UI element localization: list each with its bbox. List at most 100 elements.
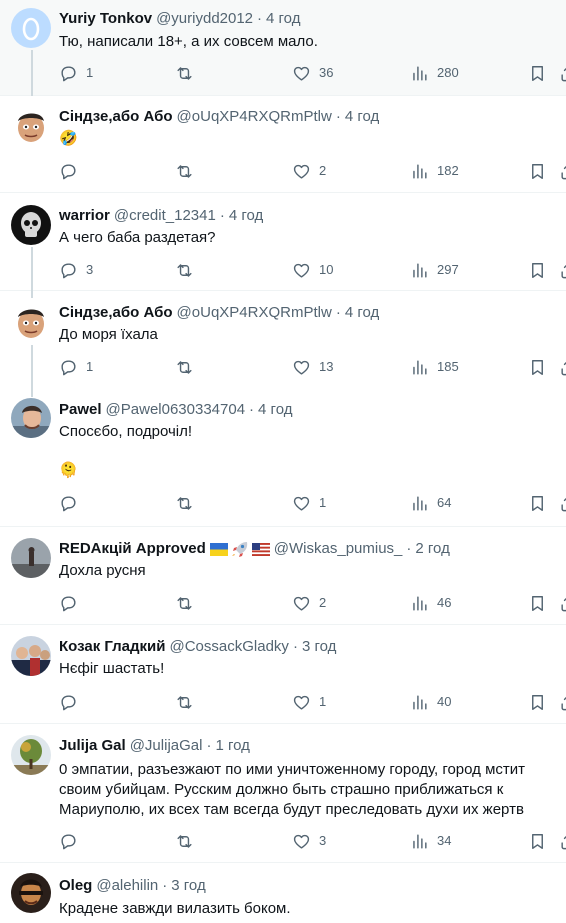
avatar[interactable] (11, 105, 51, 145)
like-button[interactable]: 2 (292, 593, 326, 613)
avatar[interactable] (11, 398, 51, 438)
like-button[interactable]: 13 (292, 357, 333, 377)
retweet-button[interactable] (175, 63, 202, 83)
author-name[interactable]: REDAкцій Approved (59, 539, 206, 559)
author-name[interactable]: warrior (59, 206, 110, 226)
avatar[interactable] (11, 636, 51, 676)
timestamp[interactable]: 3 год (302, 637, 336, 657)
retweet-button[interactable] (175, 260, 202, 280)
timestamp[interactable]: 4 год (229, 206, 263, 226)
separator: · (406, 540, 412, 557)
bookmark-button[interactable] (528, 63, 547, 83)
author-name[interactable]: Oleg (59, 876, 92, 896)
share-button[interactable] (559, 63, 566, 83)
reply-button[interactable] (59, 493, 86, 513)
author-handle[interactable]: @oUqXP4RXQRmPtlw (177, 107, 332, 127)
tweet[interactable]: Julija Gal @JulijaGal · 1 год 0 эмпатии,… (0, 724, 566, 863)
bookmark-button[interactable] (528, 260, 547, 280)
reply-button[interactable]: 3 (59, 260, 93, 280)
retweet-button[interactable] (175, 357, 202, 377)
tweet-text: 0 эмпатии, разъезжают по ими уничтоженно… (59, 761, 526, 818)
retweet-button[interactable] (175, 493, 202, 513)
views-button[interactable]: 40 (410, 692, 451, 712)
tweet[interactable]: Сіндзе,або Або @oUqXP4RXQRmPtlw · 4 год … (0, 291, 566, 389)
views-button[interactable]: 297 (410, 260, 459, 280)
timestamp[interactable]: 4 год (266, 9, 300, 29)
reply-button[interactable] (59, 692, 86, 712)
bookmark-button[interactable] (528, 593, 547, 613)
share-button[interactable] (559, 161, 566, 181)
views-button[interactable]: 46 (410, 593, 451, 613)
tweet[interactable]: REDAкцій Approved @Wiskas_pumius_ · 2 го… (0, 527, 566, 625)
timestamp[interactable]: 4 год (258, 400, 292, 420)
reply-button[interactable] (59, 593, 86, 613)
views-button[interactable]: 64 (410, 493, 451, 513)
retweet-button[interactable] (175, 593, 202, 613)
like-button[interactable]: 1 (292, 692, 326, 712)
timestamp[interactable]: 3 год (171, 876, 205, 896)
share-button[interactable] (559, 692, 566, 712)
author-name[interactable]: Yuriy Tonkov (59, 9, 152, 29)
tweet[interactable]: Oleg @alehilin · 3 год Крадене завжди ви… (0, 863, 566, 923)
like-button[interactable]: 2 (292, 161, 326, 181)
author-name[interactable]: Pawel (59, 400, 102, 420)
share-button[interactable] (559, 831, 566, 851)
avatar[interactable] (11, 735, 51, 775)
tweet[interactable]: warrior @credit_12341 · 4 год А чего баб… (0, 193, 566, 291)
share-button[interactable] (559, 493, 566, 513)
author-handle[interactable]: @alehilin (96, 876, 158, 896)
author-handle[interactable]: @CossackGladky (170, 637, 289, 657)
author-name[interactable]: Козак Гладкий (59, 637, 166, 657)
avatar[interactable] (11, 301, 51, 341)
retweet-icon (177, 596, 192, 610)
share-button[interactable] (559, 260, 566, 280)
avatar[interactable] (11, 205, 51, 245)
share-button[interactable] (559, 357, 566, 377)
timestamp[interactable]: 4 год (345, 303, 379, 323)
like-button[interactable]: 3 (292, 831, 326, 851)
share-button[interactable] (559, 593, 566, 613)
avatar[interactable] (11, 873, 51, 913)
author-handle[interactable]: @JulijaGal (130, 736, 203, 756)
share-icon (561, 497, 566, 511)
bookmark-button[interactable] (528, 493, 547, 513)
retweet-button[interactable] (175, 692, 202, 712)
avatar[interactable] (11, 8, 51, 48)
author-name[interactable]: Сіндзе,або Або (59, 303, 173, 323)
author-handle[interactable]: @yuriydd2012 (156, 9, 253, 29)
tweet[interactable]: Yuriy Tonkov @yuriydd2012 · 4 год Тю, на… (0, 0, 566, 96)
bookmark-button[interactable] (528, 831, 547, 851)
bookmark-button[interactable] (528, 357, 547, 377)
timestamp[interactable]: 2 год (415, 539, 449, 559)
reply-button[interactable]: 1 (59, 63, 93, 83)
like-count: 2 (319, 595, 327, 610)
views-button[interactable]: 185 (410, 357, 459, 377)
timestamp[interactable]: 1 год (215, 736, 249, 756)
bookmark-button[interactable] (528, 692, 547, 712)
tweet-text: Нєфіг шастать! (59, 660, 165, 677)
bookmark-button[interactable] (528, 161, 547, 181)
retweet-button[interactable] (175, 161, 202, 181)
views-button[interactable]: 182 (410, 161, 459, 181)
author-handle[interactable]: @oUqXP4RXQRmPtlw (177, 303, 332, 323)
views-button[interactable]: 34 (410, 831, 451, 851)
tweet[interactable]: Pawel @Pawel0630334704 · 4 год Спосєбо, … (0, 389, 566, 527)
views-button[interactable]: 280 (410, 63, 459, 83)
retweet-button[interactable] (175, 831, 202, 851)
tweet[interactable]: Сіндзе,або Або @oUqXP4RXQRmPtlw · 4 год … (0, 96, 566, 193)
author-name[interactable]: Julija Gal (59, 736, 126, 756)
author-handle[interactable]: @Wiskas_pumius_ (274, 539, 403, 559)
like-button[interactable]: 10 (292, 260, 333, 280)
author-handle[interactable]: @credit_12341 (114, 206, 216, 226)
reply-button[interactable] (59, 161, 86, 181)
like-button[interactable]: 1 (292, 493, 326, 513)
like-button[interactable]: 36 (292, 63, 333, 83)
author-name[interactable]: Сіндзе,або Або (59, 107, 173, 127)
reply-button[interactable] (59, 831, 86, 851)
reply-button[interactable]: 1 (59, 357, 93, 377)
avatar[interactable] (11, 538, 51, 578)
tweet[interactable]: Козак Гладкий @CossackGladky · 3 год Нєф… (0, 625, 566, 724)
like-count: 36 (319, 65, 334, 80)
timestamp[interactable]: 4 год (345, 107, 379, 127)
author-handle[interactable]: @Pawel0630334704 (106, 400, 246, 420)
